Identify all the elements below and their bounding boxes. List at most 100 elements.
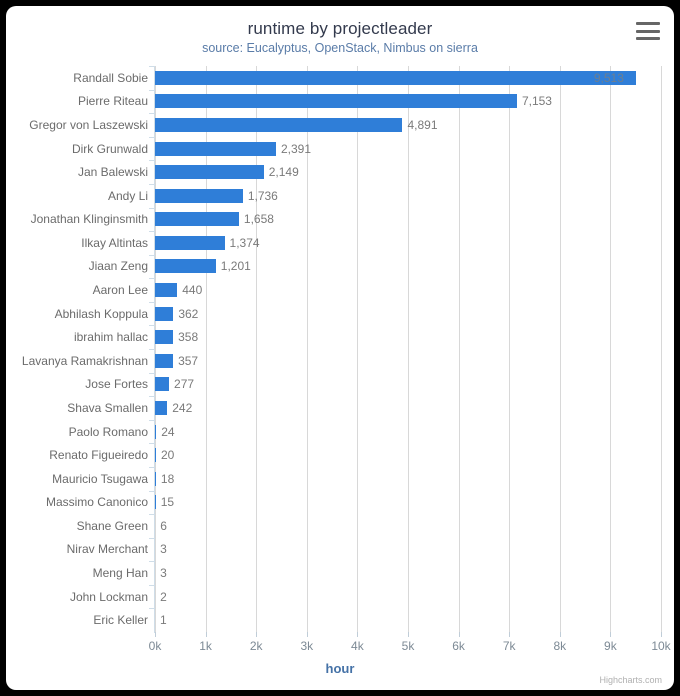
y-axis-tick <box>149 113 154 115</box>
x-axis-tick-label: 9k <box>604 639 617 653</box>
y-axis-category-label: Gregor von Laszewski <box>29 117 148 132</box>
x-gridline <box>559 66 561 632</box>
y-axis-category-label: Andy Li <box>107 188 148 203</box>
y-axis-tick <box>149 466 154 468</box>
y-axis-category-label: Mauricio Tsugawa <box>52 471 148 486</box>
y-axis-category-label: Paolo Romano <box>68 424 148 439</box>
bar[interactable] <box>155 495 156 510</box>
x-axis-tick <box>357 632 359 637</box>
bar[interactable] <box>155 400 168 415</box>
x-axis-tick <box>155 632 156 637</box>
x-axis-tick <box>205 632 207 637</box>
y-axis-category-label: Renato Figueiredo <box>49 448 148 463</box>
y-axis-category-label: Jonathan Klinginsmith <box>30 212 148 227</box>
x-axis-tick-label: 3k <box>300 639 314 653</box>
bar-data-label: 2,149 <box>268 165 299 180</box>
x-axis-tick-label: 6k <box>452 639 465 653</box>
y-axis-tick <box>149 443 154 445</box>
menu-bar-2 <box>636 29 660 33</box>
bar[interactable] <box>155 471 156 486</box>
bar-data-label: 277 <box>174 377 195 392</box>
bar-data-label: 24 <box>161 424 175 439</box>
y-axis-tick <box>149 608 154 610</box>
bar-data-label: 6 <box>160 518 167 533</box>
bar[interactable] <box>155 235 225 250</box>
y-axis-tick <box>149 66 154 67</box>
y-axis-category-label: Eric Keller <box>93 613 148 628</box>
y-axis-tick <box>149 207 154 209</box>
menu-bar-3 <box>636 37 660 40</box>
bar-data-label: 1,374 <box>229 235 260 250</box>
x-axis-tick <box>610 632 612 637</box>
bar-data-label: 9,513 <box>593 70 624 85</box>
y-axis-tick <box>149 325 154 327</box>
y-axis-tick <box>149 160 154 162</box>
x-gridline <box>610 66 612 632</box>
y-axis-category-label: Lavanya Ramakrishnan <box>21 353 148 368</box>
y-axis-tick <box>149 301 154 303</box>
y-axis-category-label: Dirk Grunwald <box>71 141 148 156</box>
y-axis-tick <box>149 372 154 374</box>
x-axis-tick <box>306 632 308 637</box>
x-axis-tick <box>509 632 511 637</box>
hamburger-menu-icon[interactable] <box>636 22 660 40</box>
y-axis-category-label: Jan Balewski <box>77 165 148 180</box>
bar[interactable] <box>155 165 264 180</box>
bar[interactable] <box>155 259 216 274</box>
plot-area: 0k 1k 2k 3k 4k 5k 6k 7k 8k 9k 10k 9,513 7,153 4,891 2,… <box>149 66 671 653</box>
y-axis-category-label: Shane Green <box>76 518 148 533</box>
bar[interactable] <box>155 188 243 203</box>
y-axis-category-label: Jiaan Zeng <box>88 259 148 274</box>
x-gridline <box>661 66 662 632</box>
y-axis-category-label: Nirav Merchant <box>66 542 148 557</box>
bar[interactable] <box>155 212 239 227</box>
bar[interactable] <box>155 70 637 85</box>
y-axis-category-label: Randall Sobie <box>73 70 148 85</box>
y-axis-category-label: Shava Smallen <box>67 400 148 415</box>
bar[interactable] <box>155 141 276 156</box>
bar-data-label: 18 <box>160 471 175 486</box>
y-axis-tick <box>149 183 154 185</box>
x-axis-tick-label: 8k <box>553 639 567 653</box>
y-axis-tick <box>149 89 154 91</box>
bar[interactable] <box>155 94 517 109</box>
bar[interactable] <box>155 330 174 345</box>
x-axis-tick <box>256 632 258 637</box>
bar[interactable] <box>155 283 178 298</box>
y-axis-tick <box>149 396 154 398</box>
y-axis-tick <box>149 514 154 516</box>
x-axis-tick-label: 7k <box>502 639 516 653</box>
x-axis-tick <box>559 632 561 637</box>
x-axis-tick <box>661 632 662 637</box>
bar-data-label: 2,391 <box>280 141 312 156</box>
menu-bar-1 <box>636 22 660 25</box>
y-axis-category-label: Ilkay Altintas <box>81 235 148 250</box>
x-axis-tick-label: 0k <box>148 639 162 653</box>
bar-data-label: 358 <box>178 330 199 345</box>
bar[interactable] <box>155 377 170 392</box>
y-axis-category-label: Pierre Riteau <box>77 94 148 109</box>
y-axis-tick <box>149 490 154 492</box>
bar[interactable] <box>155 448 156 463</box>
bar[interactable] <box>155 353 174 368</box>
y-axis-tick <box>149 537 154 539</box>
x-axis-tick-label: 4k <box>351 639 364 653</box>
bar-data-label: 2 <box>160 589 167 604</box>
bar-data-label: 3 <box>160 542 167 557</box>
chart-container: runtime by projectleader source: Eucalyp… <box>6 6 674 690</box>
bar[interactable] <box>155 117 403 132</box>
chart-subtitle: source: Eucalyptus, OpenStack, Nimbus on… <box>202 41 478 55</box>
x-gridline <box>509 66 511 632</box>
bar[interactable] <box>155 424 157 439</box>
y-axis-category-label: John Lockman <box>69 589 148 604</box>
bar-data-label: 4,891 <box>407 117 438 132</box>
y-axis-category-label: Abhilash Koppula <box>54 306 148 321</box>
bar-data-label: 1,658 <box>243 212 274 227</box>
x-gridline <box>357 66 359 632</box>
bar[interactable] <box>155 306 174 321</box>
bar-data-label: 1,736 <box>247 188 278 203</box>
y-axis-tick <box>149 278 154 280</box>
credits-label: Highcharts.com <box>599 675 662 685</box>
x-axis-tick <box>408 632 409 637</box>
x-axis-tick-label: 1k <box>199 639 212 653</box>
